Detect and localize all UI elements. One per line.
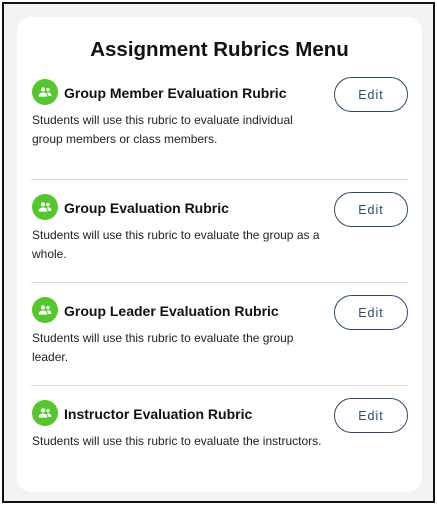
rubric-item-content: Group Leader Evaluation Rubric Students … [31,295,408,386]
window-frame: Assignment Rubrics Menu Group Member Eva… [2,2,435,503]
rubric-item-group-member: Group Member Evaluation Rubric Students … [31,77,408,180]
rubric-description: Students will use this rubric to evaluat… [32,113,293,146]
rubric-description: Students will use this rubric to evaluat… [32,331,294,364]
rubric-title: Group Member Evaluation Rubric [64,85,287,101]
edit-button[interactable]: Edit [334,398,408,433]
edit-button[interactable]: Edit [334,295,408,330]
group-icon [32,79,58,105]
rubric-item-content: Group Evaluation Rubric Students will us… [31,192,408,283]
rubric-item-instructor: Instructor Evaluation Rubric Students wi… [31,386,408,489]
rubric-list: Group Member Evaluation Rubric Students … [31,77,408,489]
rubric-title: Group Leader Evaluation Rubric [64,303,279,319]
rubric-item-group: Group Evaluation Rubric Students will us… [31,180,408,283]
rubric-title: Group Evaluation Rubric [64,200,229,216]
rubrics-menu-card: Assignment Rubrics Menu Group Member Eva… [17,17,422,492]
group-icon [32,194,58,220]
edit-button[interactable]: Edit [334,77,408,112]
edit-button[interactable]: Edit [334,192,408,227]
rubric-description: Students will use this rubric to evaluat… [32,434,322,448]
rubric-description: Students will use this rubric to evaluat… [32,228,320,261]
rubric-item-group-leader: Group Leader Evaluation Rubric Students … [31,283,408,386]
group-icon [32,297,58,323]
rubric-item-content: Instructor Evaluation Rubric Students wi… [31,398,408,489]
rubric-title: Instructor Evaluation Rubric [64,406,253,422]
page-title: Assignment Rubrics Menu [90,38,349,61]
group-icon [32,400,58,426]
